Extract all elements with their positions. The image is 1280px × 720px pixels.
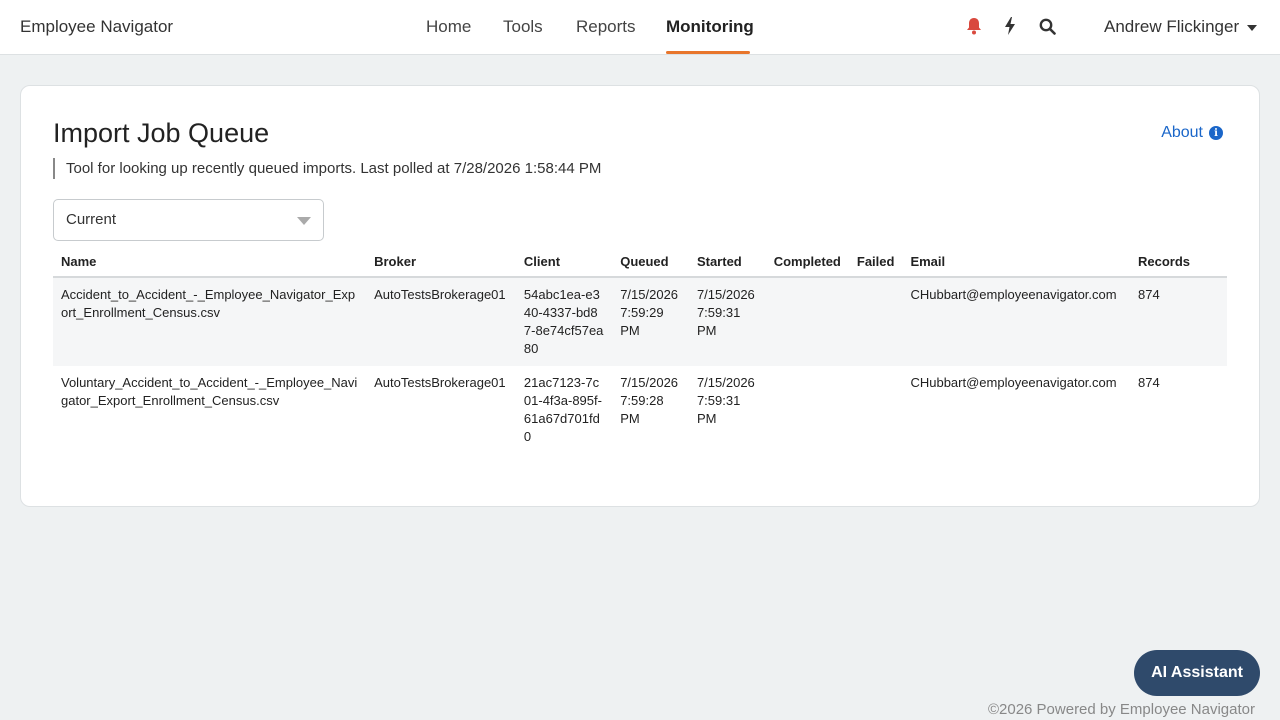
column-header-client[interactable]: Client xyxy=(515,247,613,278)
cell-started: 7/15/2026 7:59:31 PM xyxy=(688,277,766,366)
nav-home[interactable]: Home xyxy=(426,17,471,37)
chevron-down-icon xyxy=(1247,25,1258,31)
import-queue-card: Import Job Queue About i Tool for lookin… xyxy=(20,85,1260,507)
page-description: Tool for looking up recently queued impo… xyxy=(53,158,601,179)
import-jobs-table-container[interactable]: Name Broker Client Queued Started Comple… xyxy=(53,247,1227,467)
column-header-failed[interactable]: Failed xyxy=(848,247,903,278)
bolt-icon[interactable] xyxy=(1000,16,1020,36)
nav-monitoring[interactable]: Monitoring xyxy=(666,17,754,37)
page-title: Import Job Queue xyxy=(53,118,270,148)
bell-icon[interactable] xyxy=(964,16,984,36)
table-header-row: Name Broker Client Queued Started Comple… xyxy=(53,247,1227,278)
cell-completed xyxy=(766,366,849,454)
cell-overflow xyxy=(1198,277,1227,366)
cell-name: Voluntary_Accident_to_Accident_-_Employe… xyxy=(61,375,358,408)
column-header-queued[interactable]: Queued xyxy=(612,247,689,278)
info-icon: i xyxy=(1209,126,1223,140)
column-header-name[interactable]: Name xyxy=(53,247,367,278)
dropdown-arrow-icon xyxy=(297,217,311,225)
active-tab-indicator xyxy=(666,51,750,54)
search-icon[interactable] xyxy=(1037,16,1057,36)
user-menu[interactable]: Andrew Flickinger xyxy=(1104,17,1258,37)
cell-queued: 7/15/2026 7:59:28 PM xyxy=(620,375,679,426)
table-row[interactable]: Accident_to_Accident_-_Employee_Navigato… xyxy=(53,277,1227,366)
cell-records: 874 xyxy=(1130,277,1199,366)
table-row[interactable]: Voluntary_Accident_to_Accident_-_Employe… xyxy=(53,366,1227,454)
column-header-started[interactable]: Started xyxy=(688,247,766,278)
queue-filter-value: Current xyxy=(66,211,117,228)
cell-client: 21ac7123-7c01-4f3a-895f-61a67d701fd0 xyxy=(523,375,602,444)
user-name: Andrew Flickinger xyxy=(1104,17,1240,36)
cell-failed xyxy=(849,366,903,454)
brand-name[interactable]: Employee Navigator xyxy=(20,17,173,37)
nav-tools[interactable]: Tools xyxy=(503,17,543,37)
column-header-completed[interactable]: Completed xyxy=(765,247,849,278)
column-header-records[interactable]: Records xyxy=(1130,247,1199,278)
cell-started: 7/15/2026 7:59:31 PM xyxy=(696,375,755,426)
column-header-email[interactable]: Email xyxy=(902,247,1130,278)
cell-name: Accident_to_Accident_-_Employee_Navigato… xyxy=(53,277,367,366)
top-nav: Employee Navigator Home Tools Reports Mo… xyxy=(0,0,1280,55)
cell-records: 874 xyxy=(1138,375,1160,390)
cell-broker: AutoTestsBrokerage01 xyxy=(366,277,516,366)
import-jobs-table: Name Broker Client Queued Started Comple… xyxy=(53,247,1227,454)
column-header-overflow xyxy=(1198,247,1227,278)
about-link[interactable]: About i xyxy=(1161,124,1223,142)
nav-reports[interactable]: Reports xyxy=(576,17,636,37)
queue-filter-select[interactable]: Current xyxy=(53,199,324,241)
cell-failed xyxy=(848,277,903,366)
column-header-broker[interactable]: Broker xyxy=(366,247,516,278)
cell-client: 54abc1ea-e340-4337-bd87-8e74cf57ea80 xyxy=(515,277,613,366)
cell-email: CHubbart@employeenavigator.com xyxy=(910,375,1117,390)
cell-broker: AutoTestsBrokerage01 xyxy=(374,375,506,390)
cell-overflow xyxy=(1198,366,1227,454)
ai-assistant-button[interactable]: AI Assistant xyxy=(1134,650,1260,696)
footer-copyright: ©2026 Powered by Employee Navigator xyxy=(987,701,1255,718)
about-label: About xyxy=(1161,124,1203,141)
cell-email: CHubbart@employeenavigator.com xyxy=(902,277,1130,366)
cell-completed xyxy=(765,277,849,366)
cell-queued: 7/15/2026 7:59:29 PM xyxy=(612,277,689,366)
